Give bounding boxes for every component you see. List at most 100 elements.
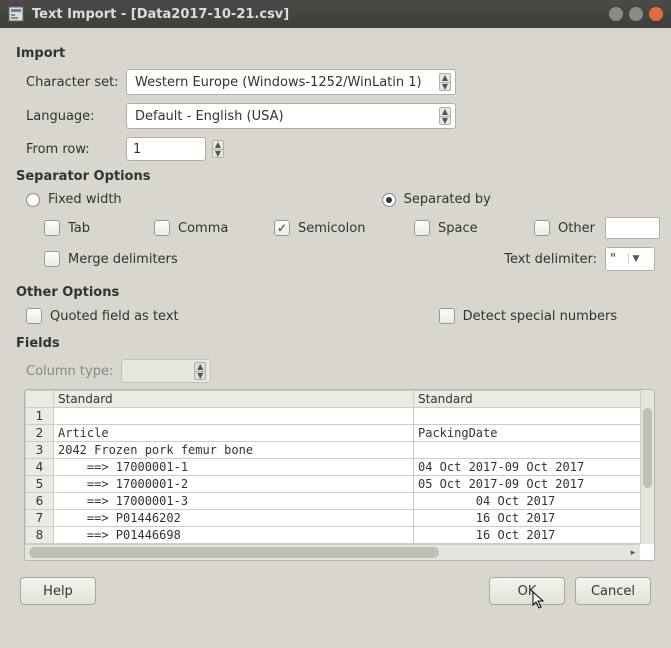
other-checkbox[interactable]: Other (534, 220, 595, 236)
window-maximize-button[interactable] (629, 7, 643, 21)
window-close-button[interactable] (649, 7, 663, 21)
cell: ==> 17000001-3 (54, 493, 414, 510)
charset-value: Western Europe (Windows-1252/WinLatin 1) (135, 75, 435, 90)
comma-checkbox[interactable]: Comma (154, 220, 264, 236)
other-label: Other (558, 221, 595, 236)
semicolon-label: Semicolon (298, 221, 365, 236)
merge-label: Merge delimiters (68, 252, 178, 267)
help-label: Help (43, 584, 73, 599)
table-row[interactable]: 7 ==> P01446202 16 Oct 2017 (26, 510, 641, 527)
row-number: 2 (26, 425, 54, 442)
help-button[interactable]: Help (20, 577, 96, 605)
import-heading: Import (16, 46, 655, 61)
titlebar: Text Import - [Data2017-10-21.csv] (0, 0, 671, 28)
cell: 16 Oct 2017 (414, 510, 641, 527)
checkbox-icon (26, 308, 42, 324)
table-row[interactable]: 6 ==> 17000001-3 04 Oct 2017 (26, 493, 641, 510)
tab-label: Tab (68, 221, 90, 236)
preview-grid[interactable]: Standard Standard Standard 12ArticlePack… (24, 389, 655, 561)
cell: Article (54, 425, 414, 442)
chevron-up-icon[interactable]: ▲ (212, 140, 224, 149)
table-row[interactable]: 32042 Frozen pork femur bone7 (26, 442, 641, 459)
table-row[interactable]: 5 ==> 17000001-205 Oct 2017-09 Oct 2017 (26, 476, 641, 493)
table-row[interactable]: 2ArticlePackingDatePcs (26, 425, 641, 442)
space-checkbox[interactable]: Space (414, 220, 524, 236)
table-row[interactable]: 1 (26, 408, 641, 425)
column-header[interactable]: Standard (414, 391, 641, 408)
chevron-up-icon: ▲ (194, 362, 206, 371)
charset-combo[interactable]: Western Europe (Windows-1252/WinLatin 1)… (126, 69, 456, 95)
separated-by-radio[interactable]: Separated by (382, 192, 491, 207)
ok-label: OK (518, 584, 537, 599)
column-header[interactable]: Standard (54, 391, 414, 408)
text-delimiter-combo[interactable]: " ▼ (605, 247, 655, 271)
column-type-combo[interactable]: ▲▼ (121, 359, 211, 383)
merge-delimiters-checkbox[interactable]: Merge delimiters (44, 251, 178, 267)
cell: PackingDate (414, 425, 641, 442)
cell: 16 Oct 2017 (414, 527, 641, 544)
fromrow-value: 1 (133, 142, 141, 157)
chevron-down-icon[interactable]: ▼ (212, 149, 224, 158)
scroll-thumb[interactable] (29, 547, 439, 558)
corner-cell (26, 391, 54, 408)
fromrow-label: From row: (16, 142, 126, 157)
chevron-down-icon[interactable]: ▼ (439, 116, 451, 125)
cell: 04 Oct 2017 (414, 493, 641, 510)
cell: ==> 17000001-1 (54, 459, 414, 476)
scroll-thumb[interactable] (643, 408, 652, 488)
row-number: 3 (26, 442, 54, 459)
horizontal-scrollbar[interactable]: ▸ (25, 544, 640, 560)
row-number: 8 (26, 527, 54, 544)
radio-icon (26, 193, 40, 207)
cell (414, 442, 641, 459)
cell: 2042 Frozen pork femur bone (54, 442, 414, 459)
row-number: 5 (26, 476, 54, 493)
detect-numbers-checkbox[interactable]: Detect special numbers (439, 308, 617, 324)
detect-numbers-label: Detect special numbers (463, 309, 617, 324)
chevron-right-icon[interactable]: ▸ (626, 545, 640, 560)
window-minimize-button[interactable] (609, 7, 623, 21)
checkbox-icon (44, 251, 60, 267)
cancel-button[interactable]: Cancel (575, 577, 651, 605)
cancel-label: Cancel (591, 584, 635, 599)
separated-by-label: Separated by (404, 192, 491, 207)
cell: 04 Oct 2017-09 Oct 2017 (414, 459, 641, 476)
language-label: Language: (16, 109, 126, 124)
charset-label: Character set: (16, 75, 126, 90)
quoted-field-checkbox[interactable]: Quoted field as text (26, 308, 179, 324)
table-row[interactable]: 4 ==> 17000001-104 Oct 2017-09 Oct 20175 (26, 459, 641, 476)
chevron-down-icon: ▼ (628, 254, 651, 264)
radio-icon (382, 193, 396, 207)
fixed-width-label: Fixed width (48, 192, 122, 207)
other-input[interactable] (605, 217, 660, 239)
semicolon-checkbox[interactable]: Semicolon (274, 220, 404, 236)
checkbox-icon (154, 220, 170, 236)
vertical-scrollbar[interactable] (640, 390, 654, 544)
chevron-up-icon[interactable]: ▲ (439, 73, 451, 82)
comma-label: Comma (178, 221, 228, 236)
column-type-label: Column type: (26, 364, 113, 379)
checkbox-icon (414, 220, 430, 236)
text-delimiter-label: Text delimiter: (504, 252, 597, 267)
row-number: 6 (26, 493, 54, 510)
row-number: 7 (26, 510, 54, 527)
separator-heading: Separator Options (16, 169, 655, 184)
fromrow-input[interactable]: 1 (126, 137, 206, 161)
tab-checkbox[interactable]: Tab (44, 220, 144, 236)
chevron-up-icon[interactable]: ▲ (439, 107, 451, 116)
cell: ==> P01446202 (54, 510, 414, 527)
fields-heading: Fields (16, 336, 655, 351)
space-label: Space (438, 221, 478, 236)
fixed-width-radio[interactable]: Fixed width (26, 192, 122, 207)
checkbox-icon (439, 308, 455, 324)
quoted-field-label: Quoted field as text (50, 309, 179, 324)
ok-button[interactable]: OK (489, 577, 565, 605)
row-number: 1 (26, 408, 54, 425)
preview-header-row[interactable]: Standard Standard Standard (26, 391, 641, 408)
checkbox-icon (274, 220, 290, 236)
cell: ==> 17000001-2 (54, 476, 414, 493)
row-number: 4 (26, 459, 54, 476)
language-combo[interactable]: Default - English (USA) ▲▼ (126, 103, 456, 129)
table-row[interactable]: 8 ==> P01446698 16 Oct 2017 (26, 527, 641, 544)
chevron-down-icon[interactable]: ▼ (439, 82, 451, 91)
